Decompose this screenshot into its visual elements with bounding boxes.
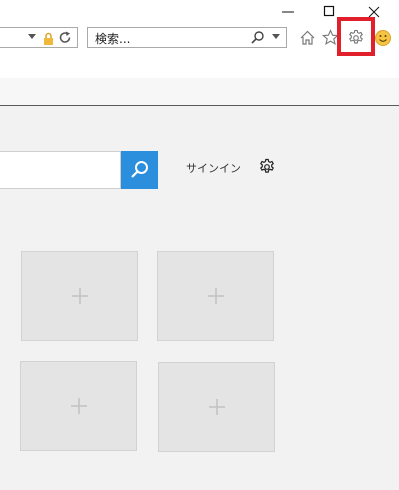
gear-icon[interactable] <box>258 158 276 176</box>
lock-icon[interactable] <box>43 32 54 45</box>
page-search-button[interactable] <box>121 151 158 189</box>
page-search-input[interactable] <box>0 151 121 189</box>
smiley-icon[interactable] <box>374 29 392 47</box>
plus-icon <box>208 399 225 415</box>
gear-highlight-box <box>337 17 375 56</box>
signin-link[interactable]: サインイン <box>186 160 241 176</box>
address-bar[interactable] <box>0 27 78 48</box>
maximize-button[interactable] <box>322 4 338 20</box>
plus-icon <box>70 398 87 414</box>
home-icon[interactable] <box>299 29 316 46</box>
search-icon[interactable] <box>251 31 265 44</box>
minimize-icon <box>282 11 294 13</box>
add-site-tile[interactable] <box>20 361 137 451</box>
new-tab-page: サインイン <box>0 106 399 490</box>
chevron-down-icon[interactable] <box>272 34 280 40</box>
tab-strip <box>0 78 399 106</box>
add-site-tile[interactable] <box>157 251 274 341</box>
minimize-button[interactable] <box>280 4 296 20</box>
search-input[interactable]: 検索... <box>87 27 287 48</box>
add-site-tile[interactable] <box>158 362 275 452</box>
chevron-down-icon[interactable] <box>28 34 36 40</box>
plus-icon <box>207 288 224 304</box>
plus-icon <box>71 288 88 304</box>
add-site-tile[interactable] <box>21 251 138 341</box>
maximize-icon <box>323 5 335 17</box>
search-placeholder: 検索... <box>95 32 131 46</box>
refresh-icon[interactable] <box>59 31 72 44</box>
search-icon <box>131 161 148 178</box>
